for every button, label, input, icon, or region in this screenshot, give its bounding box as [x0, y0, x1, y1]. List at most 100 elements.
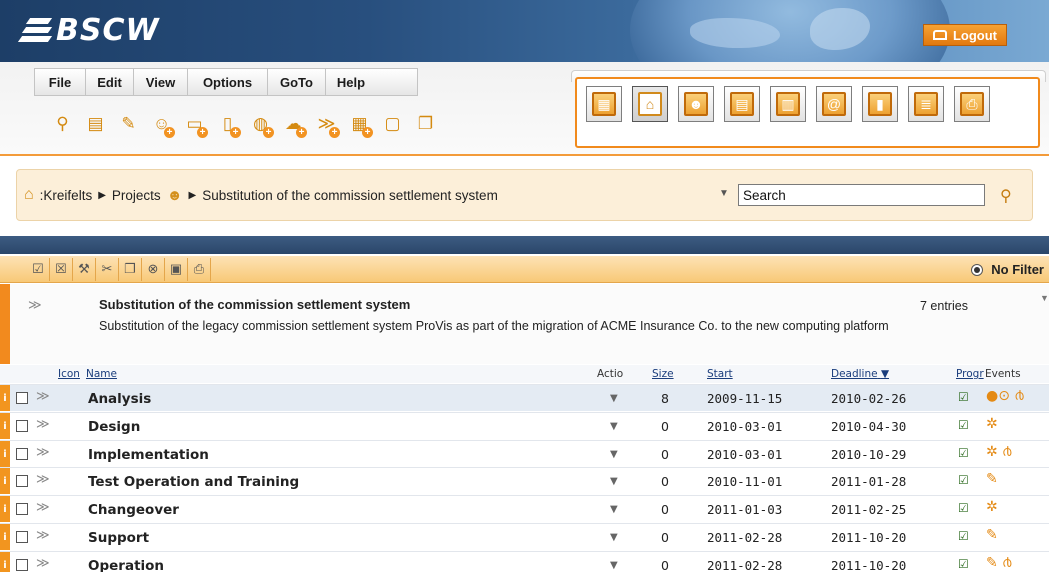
- info-icon[interactable]: i: [0, 441, 10, 467]
- table-row[interactable]: i ≫ Analysis ▼ 8 2009-11-15 2010-02-26 ☑ ●⊙ ൪: [0, 384, 1049, 411]
- row-name[interactable]: Implementation: [88, 447, 209, 463]
- calendar-button[interactable]: ▤: [724, 86, 760, 122]
- community-button[interactable]: ☻: [678, 86, 714, 122]
- add-folder-icon[interactable]: ▭ +: [182, 112, 208, 138]
- filter-toggle[interactable]: No Filter: [971, 262, 1044, 277]
- col-name[interactable]: Name: [86, 368, 117, 380]
- home-button[interactable]: ⌂: [632, 86, 668, 122]
- progress-check-icon[interactable]: ☑: [958, 446, 969, 460]
- bag-button[interactable]: ▥: [770, 86, 806, 122]
- info-icon[interactable]: i: [0, 468, 10, 494]
- home-icon[interactable]: ⌂: [24, 186, 34, 204]
- event-icons[interactable]: ✎ ൪: [986, 555, 1012, 571]
- add-document-icon[interactable]: ▯ +: [215, 112, 241, 138]
- progress-check-icon[interactable]: ☑: [958, 501, 969, 515]
- delete-icon[interactable]: ⊗: [142, 257, 165, 281]
- row-checkbox[interactable]: [16, 503, 28, 515]
- col-deadline[interactable]: Deadline ▼: [831, 368, 889, 380]
- address-button[interactable]: @: [816, 86, 852, 122]
- menu-file[interactable]: File: [35, 69, 86, 95]
- archive-icon[interactable]: ▣: [165, 257, 188, 281]
- filter-radio[interactable]: [971, 263, 984, 276]
- row-name[interactable]: Changeover: [88, 502, 179, 518]
- table-row[interactable]: i ≫ Changeover ▼ 0 2011-01-03 2011-02-25 ☑ ✲: [0, 495, 1049, 522]
- menu-help[interactable]: Help: [326, 69, 376, 95]
- event-icons[interactable]: ●⊙ ൪: [986, 388, 1024, 404]
- progress-check-icon[interactable]: ☑: [958, 390, 969, 404]
- col-start[interactable]: Start: [707, 368, 733, 380]
- expand-icon[interactable]: ▼: [1040, 293, 1049, 303]
- row-name[interactable]: Support: [88, 530, 149, 546]
- cut-icon[interactable]: ✂: [96, 257, 119, 281]
- rename-icon[interactable]: ▤: [83, 112, 108, 137]
- menu-edit[interactable]: Edit: [86, 69, 134, 95]
- add-member-icon[interactable]: ☺ +: [149, 112, 175, 138]
- col-progress[interactable]: Progr: [956, 368, 984, 380]
- add-project-icon[interactable]: ≫ +: [314, 112, 340, 138]
- task-button[interactable]: ▮: [862, 86, 898, 122]
- progress-check-icon[interactable]: ☑: [958, 529, 969, 543]
- table-row[interactable]: i ≫ Operation ▼ 0 2011-02-28 2011-10-20 ☑ ✎ ൪: [0, 551, 1049, 572]
- info-icon[interactable]: i: [0, 524, 10, 550]
- copy-icon[interactable]: ❐: [413, 112, 438, 137]
- row-name[interactable]: Analysis: [88, 391, 151, 407]
- action-dropdown-icon[interactable]: ▼: [610, 476, 618, 487]
- table-row[interactable]: i ≫ Design ▼ 0 2010-03-01 2010-04-30 ☑ ✲: [0, 412, 1049, 439]
- breadcrumb-root[interactable]: :Kreifelts: [40, 188, 93, 203]
- search-input[interactable]: [738, 184, 985, 206]
- copy-icon[interactable]: ❐: [119, 257, 142, 281]
- add-discussion-icon[interactable]: ☁ +: [281, 112, 307, 138]
- row-checkbox[interactable]: [16, 475, 28, 487]
- menu-view[interactable]: View: [134, 69, 188, 95]
- bookmark-button[interactable]: ≣: [908, 86, 944, 122]
- progress-check-icon[interactable]: ☑: [958, 557, 969, 571]
- row-name[interactable]: Operation: [88, 558, 164, 572]
- open-icon[interactable]: ⚲: [50, 112, 75, 137]
- menu-goto[interactable]: GoTo: [268, 69, 326, 95]
- row-checkbox[interactable]: [16, 531, 28, 543]
- col-size[interactable]: Size: [652, 368, 674, 380]
- event-icons[interactable]: ✲: [986, 416, 998, 432]
- event-icons[interactable]: ✎: [986, 471, 998, 487]
- event-icons[interactable]: ✲ ൪: [986, 444, 1012, 460]
- search-scope-dropdown-icon[interactable]: ▼: [719, 188, 729, 199]
- action-dropdown-icon[interactable]: ▼: [610, 393, 618, 404]
- info-icon[interactable]: i: [0, 552, 10, 572]
- col-icon[interactable]: Icon: [58, 368, 80, 380]
- print-button[interactable]: ⎙: [954, 86, 990, 122]
- table-row[interactable]: i ≫ Test Operation and Training ▼ 0 2010-11-0…: [0, 467, 1049, 494]
- event-icons[interactable]: ✲: [986, 499, 998, 515]
- row-name[interactable]: Test Operation and Training: [88, 474, 299, 490]
- row-checkbox[interactable]: [16, 392, 28, 404]
- event-icons[interactable]: ✎: [986, 527, 998, 543]
- add-url-icon[interactable]: ◍ +: [248, 112, 274, 138]
- print-icon[interactable]: ⎙: [188, 257, 211, 281]
- table-row[interactable]: i ≫ Support ▼ 0 2011-02-28 2011-10-20 ☑ ✎: [0, 523, 1049, 550]
- info-icon[interactable]: i: [0, 385, 10, 411]
- deselect-icon[interactable]: ☒: [50, 257, 73, 281]
- select-all-icon[interactable]: ☑: [27, 257, 50, 281]
- action-dropdown-icon[interactable]: ▼: [610, 504, 618, 515]
- breadcrumb-projects[interactable]: Projects: [112, 188, 161, 203]
- forward-icon[interactable]: ▢: [380, 112, 405, 137]
- info-icon[interactable]: i: [0, 496, 10, 522]
- logout-button[interactable]: Logout: [923, 24, 1007, 46]
- row-checkbox[interactable]: [16, 420, 28, 432]
- action-dropdown-icon[interactable]: ▼: [610, 560, 618, 571]
- info-icon[interactable]: i: [0, 413, 10, 439]
- progress-check-icon[interactable]: ☑: [958, 418, 969, 432]
- add-note-icon[interactable]: ▦ +: [347, 112, 373, 138]
- action-dropdown-icon[interactable]: ▼: [610, 532, 618, 543]
- row-name[interactable]: Design: [88, 419, 140, 435]
- row-checkbox[interactable]: [16, 448, 28, 460]
- progress-check-icon[interactable]: ☑: [958, 473, 969, 487]
- clipboard-button[interactable]: ▦: [586, 86, 622, 122]
- edit-icon[interactable]: ✎: [116, 112, 141, 137]
- menu-options[interactable]: Options: [188, 69, 268, 95]
- tools-icon[interactable]: ⚒: [73, 257, 96, 281]
- action-dropdown-icon[interactable]: ▼: [610, 421, 618, 432]
- action-dropdown-icon[interactable]: ▼: [610, 449, 618, 460]
- search-icon[interactable]: ⚲: [1000, 186, 1012, 206]
- row-checkbox[interactable]: [16, 559, 28, 571]
- table-row[interactable]: i ≫ Implementation ▼ 0 2010-03-01 2010-10-29 ☑ ✲…: [0, 440, 1049, 467]
